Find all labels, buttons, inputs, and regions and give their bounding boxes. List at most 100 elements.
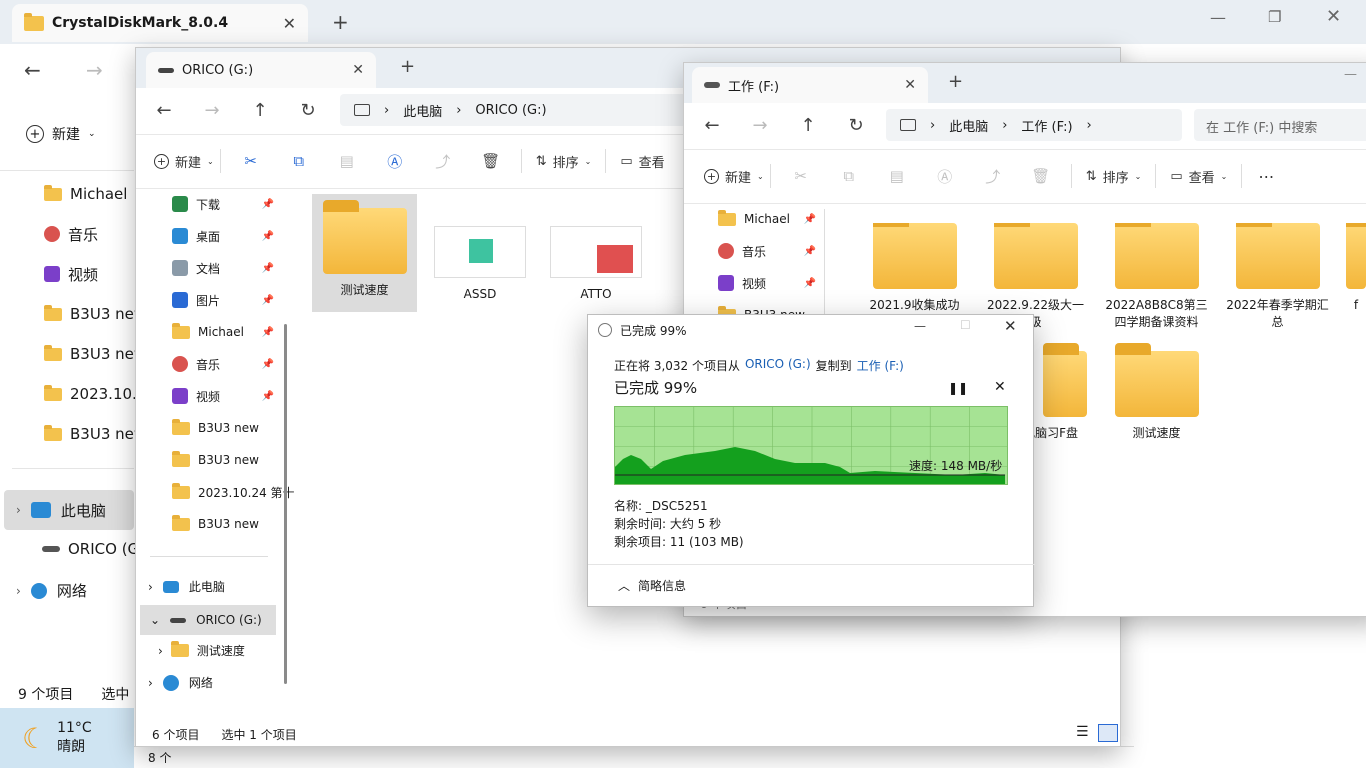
cut-icon[interactable]: ✂ — [227, 152, 275, 170]
maximize-button[interactable]: ❐ — [1268, 8, 1281, 26]
sidebar-item-this-pc[interactable]: › 此电脑 — [4, 490, 134, 530]
share-icon[interactable]: ⤴ — [419, 151, 467, 172]
close-button[interactable]: ✕ — [1004, 317, 1017, 335]
tab-crystaldiskmark[interactable]: CrystalDiskMark_8.0.4 ✕ — [12, 4, 308, 42]
fewer-details-toggle[interactable]: ︿ 简略信息 — [618, 577, 686, 594]
pin-icon[interactable]: 📌 — [262, 295, 274, 306]
quick-access-item[interactable]: 文档 📌 — [136, 252, 282, 284]
share-icon[interactable]: ⤴ — [969, 166, 1017, 187]
breadcrumb-item[interactable]: ORICO (G:) — [475, 103, 546, 118]
breadcrumb[interactable]: › 此电脑 › 工作 (F:) › — [886, 109, 1182, 141]
pin-icon[interactable]: 📌 — [804, 246, 816, 257]
minimize-button[interactable]: — — [914, 319, 926, 333]
sidebar-scrollbar[interactable] — [824, 209, 825, 329]
file-item[interactable]: ATTO — [546, 194, 646, 312]
close-window-button[interactable]: ✕ — [1326, 6, 1341, 27]
refresh-icon[interactable]: ↻ — [832, 115, 880, 136]
sidebar-item-folder[interactable]: B3U3 new — [0, 294, 146, 334]
sidebar-item[interactable]: 视频 📌 — [684, 267, 824, 299]
delete-icon[interactable]: 🗑 — [467, 152, 515, 170]
sidebar-item[interactable]: Michael 📌 — [684, 203, 824, 235]
quick-access-item[interactable]: B3U3 new — [136, 508, 282, 540]
file-item[interactable]: 2022A8B8C8第三四学期备课资料 — [1104, 223, 1209, 331]
quick-access-item[interactable]: 视频 📌 — [136, 380, 282, 412]
forward-icon[interactable]: → — [188, 100, 236, 121]
sidebar-item[interactable]: 音乐 📌 — [684, 235, 824, 267]
pin-icon[interactable]: 📌 — [262, 327, 274, 338]
back-icon[interactable]: ← — [140, 100, 188, 121]
sort-button[interactable]: ⇅ 排序 ⌄ — [528, 152, 600, 171]
delete-icon[interactable]: 🗑 — [1017, 167, 1065, 185]
close-tab-icon[interactable]: ✕ — [352, 62, 364, 78]
file-item[interactable]: 测试速度 — [1104, 343, 1209, 442]
cut-icon[interactable]: ✂ — [777, 167, 825, 185]
details-view-icon[interactable]: ☰ — [1076, 724, 1089, 740]
back-icon[interactable]: ← — [688, 115, 736, 136]
pin-icon[interactable]: 📌 — [804, 214, 816, 225]
quick-access-item[interactable]: B3U3 new — [136, 412, 282, 444]
new-button[interactable]: + 新建 ⌄ — [26, 124, 96, 144]
tree-speedtest-folder[interactable]: › 测试速度 — [158, 641, 245, 659]
pin-icon[interactable]: 📌 — [262, 263, 274, 274]
cancel-copy-button[interactable]: ✕ — [994, 379, 1006, 395]
sidebar-item-folder[interactable]: B3U3 new — [0, 414, 146, 454]
quick-access-item[interactable]: 2023.10.24 第十 — [136, 476, 295, 508]
new-button[interactable]: + 新建 ⌄ — [154, 152, 214, 171]
quick-access-item[interactable]: 桌面 📌 — [136, 220, 282, 252]
sidebar-item-michael[interactable]: Michael — [0, 174, 134, 214]
quick-access-item[interactable]: 图片 📌 — [136, 284, 282, 316]
breadcrumb-item[interactable]: 工作 (F:) — [1021, 116, 1072, 135]
minimize-button[interactable]: — — [1210, 8, 1226, 27]
nav-forward-button[interactable]: → — [86, 58, 103, 82]
source-link[interactable]: ORICO (G:) — [745, 357, 811, 374]
forward-icon[interactable]: → — [736, 115, 784, 136]
up-icon[interactable]: ↑ — [784, 115, 832, 136]
pin-icon[interactable]: 📌 — [262, 359, 274, 370]
file-item[interactable]: 2022年春季学期汇总 — [1225, 223, 1330, 331]
breadcrumb[interactable]: › 此电脑 › ORICO (G:) — [340, 94, 700, 126]
sidebar-scrollbar[interactable] — [284, 324, 287, 684]
file-item[interactable]: ASSD — [430, 194, 530, 312]
close-tab-icon[interactable]: ✕ — [283, 14, 296, 33]
sidebar-item-music[interactable]: 音乐 — [0, 214, 134, 254]
pin-icon[interactable]: 📌 — [262, 231, 274, 242]
search-input[interactable]: 在 工作 (F:) 中搜索 — [1194, 109, 1366, 141]
breadcrumb-item[interactable]: 此电脑 — [949, 116, 988, 135]
sidebar-item-network[interactable]: › 网络 — [16, 580, 87, 601]
tab-orico[interactable]: ORICO (G:) ✕ — [146, 52, 376, 88]
file-item[interactable]: f — [1346, 223, 1366, 331]
nav-back-button[interactable]: ← — [24, 58, 41, 82]
quick-access-item[interactable]: Michael 📌 — [136, 316, 282, 348]
tree-network[interactable]: › 网络 — [148, 674, 213, 691]
sort-button[interactable]: ⇅ 排序 ⌄ — [1078, 167, 1150, 186]
quick-access-item[interactable]: 下载 📌 — [136, 188, 282, 220]
pin-icon[interactable]: 📌 — [804, 278, 816, 289]
up-icon[interactable]: ↑ — [236, 100, 284, 121]
quick-access-item[interactable]: 音乐 📌 — [136, 348, 282, 380]
pause-button[interactable]: ❚❚ — [948, 381, 968, 395]
new-tab-button[interactable]: + — [948, 71, 963, 92]
destination-link[interactable]: 工作 (F:) — [857, 357, 904, 374]
copy-icon[interactable]: ⧉ — [275, 152, 323, 170]
breadcrumb-item[interactable]: 此电脑 — [403, 101, 442, 120]
sidebar-item-folder[interactable]: B3U3 new — [0, 334, 146, 374]
new-tab-button[interactable]: + — [332, 10, 349, 34]
view-button[interactable]: ▭ 查看 — [612, 152, 672, 171]
close-tab-icon[interactable]: ✕ — [904, 77, 916, 93]
more-options-icon[interactable]: ⋯ — [1248, 167, 1284, 186]
file-item-selected[interactable]: 测试速度 — [312, 194, 417, 312]
rename-icon[interactable]: Ⓐ — [921, 166, 969, 187]
pin-icon[interactable]: 📌 — [262, 199, 274, 210]
tiles-view-icon[interactable] — [1098, 724, 1118, 742]
new-tab-button[interactable]: + — [400, 56, 415, 77]
rename-icon[interactable]: Ⓐ — [371, 151, 419, 172]
weather-widget[interactable]: ☾ 11°C 晴朗 — [0, 708, 134, 768]
new-button[interactable]: + 新建 ⌄ — [704, 167, 764, 186]
pin-icon[interactable]: 📌 — [262, 391, 274, 402]
sidebar-item-folder[interactable]: 2023.10.2 — [0, 374, 146, 414]
copy-icon[interactable]: ⧉ — [825, 167, 873, 185]
tree-this-pc[interactable]: › 此电脑 — [148, 578, 225, 595]
paste-icon[interactable]: ▤ — [323, 152, 371, 170]
tree-orico-selected[interactable]: ⌄ ORICO (G:) — [140, 605, 276, 635]
maximize-button[interactable]: ☐ — [960, 318, 971, 332]
